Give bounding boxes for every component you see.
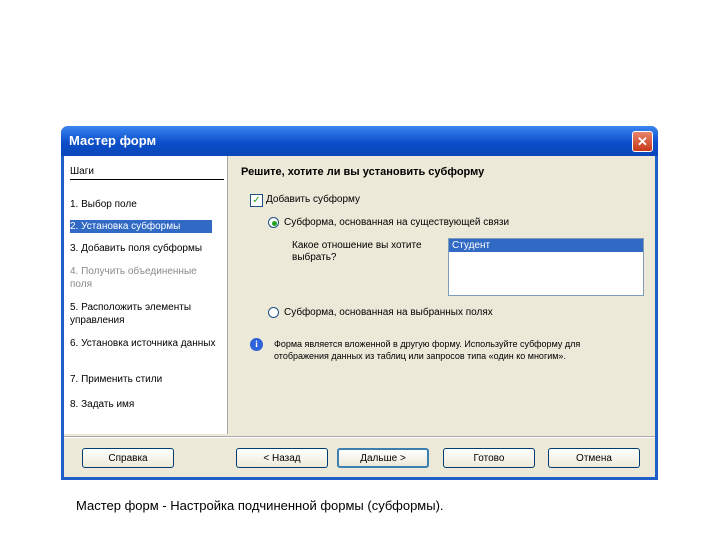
radio-selected-fields-label[interactable]: Субформа, основанная на выбранных полях <box>284 307 493 318</box>
info-icon: i <box>250 338 263 351</box>
radio-selected-fields[interactable] <box>268 307 279 318</box>
back-button[interactable]: < Назад <box>236 448 328 468</box>
help-button[interactable]: Справка <box>82 448 174 468</box>
relation-list-item[interactable]: Студент <box>449 239 643 252</box>
radio-existing-relation-label[interactable]: Субформа, основанная на существующей свя… <box>284 217 509 228</box>
figure-caption: Мастер форм - Настройка подчиненной форм… <box>76 498 444 513</box>
page-heading: Решите, хотите ли вы установить субформу <box>241 166 485 178</box>
add-subform-label[interactable]: Добавить субформу <box>266 194 360 205</box>
step-5-arrange-controls[interactable]: 5. Расположить элементы управления <box>70 301 220 327</box>
add-subform-checkbox[interactable]: ✓ <box>250 194 263 207</box>
form-wizard-dialog: Мастер форм ✕ Шаги 1. Выбор поле 2. Уста… <box>61 126 658 480</box>
step-4-joined-fields: 4. Получить объединенные поля <box>70 266 197 290</box>
info-text: Форма является вложенной в другую форму.… <box>274 339 581 361</box>
radio-existing-relation[interactable] <box>268 217 279 228</box>
step-8-set-name[interactable]: 8. Задать имя <box>70 398 220 411</box>
cancel-button[interactable]: Отмена <box>548 448 640 468</box>
window-title: Мастер форм <box>69 133 157 148</box>
step-6-data-source[interactable]: 6. Установка источника данных <box>70 337 220 350</box>
step-2-subform-setup[interactable]: 2. Установка субформы <box>70 220 212 233</box>
next-button[interactable]: Дальше > <box>337 448 429 468</box>
steps-header: Шаги <box>70 166 224 180</box>
title-bar[interactable]: Мастер форм ✕ <box>61 126 658 156</box>
step-1-select-fields[interactable]: 1. Выбор поле <box>70 198 220 211</box>
step-3-add-subform-fields[interactable]: 3. Добавить поля субформы <box>70 242 220 255</box>
radio-selected-dot <box>272 221 277 226</box>
steps-panel: Шаги 1. Выбор поле 2. Установка субформы… <box>64 156 228 434</box>
relation-prompt-label: Какое отношение вы хотите выбрать? <box>292 240 422 263</box>
dialog-client-area: Шаги 1. Выбор поле 2. Установка субформы… <box>64 156 655 477</box>
finish-button[interactable]: Готово <box>443 448 535 468</box>
relation-listbox[interactable]: Студент <box>448 238 644 296</box>
button-separator <box>64 436 655 438</box>
step-7-apply-styles[interactable]: 7. Применить стили <box>70 373 220 386</box>
close-button[interactable]: ✕ <box>632 131 653 152</box>
